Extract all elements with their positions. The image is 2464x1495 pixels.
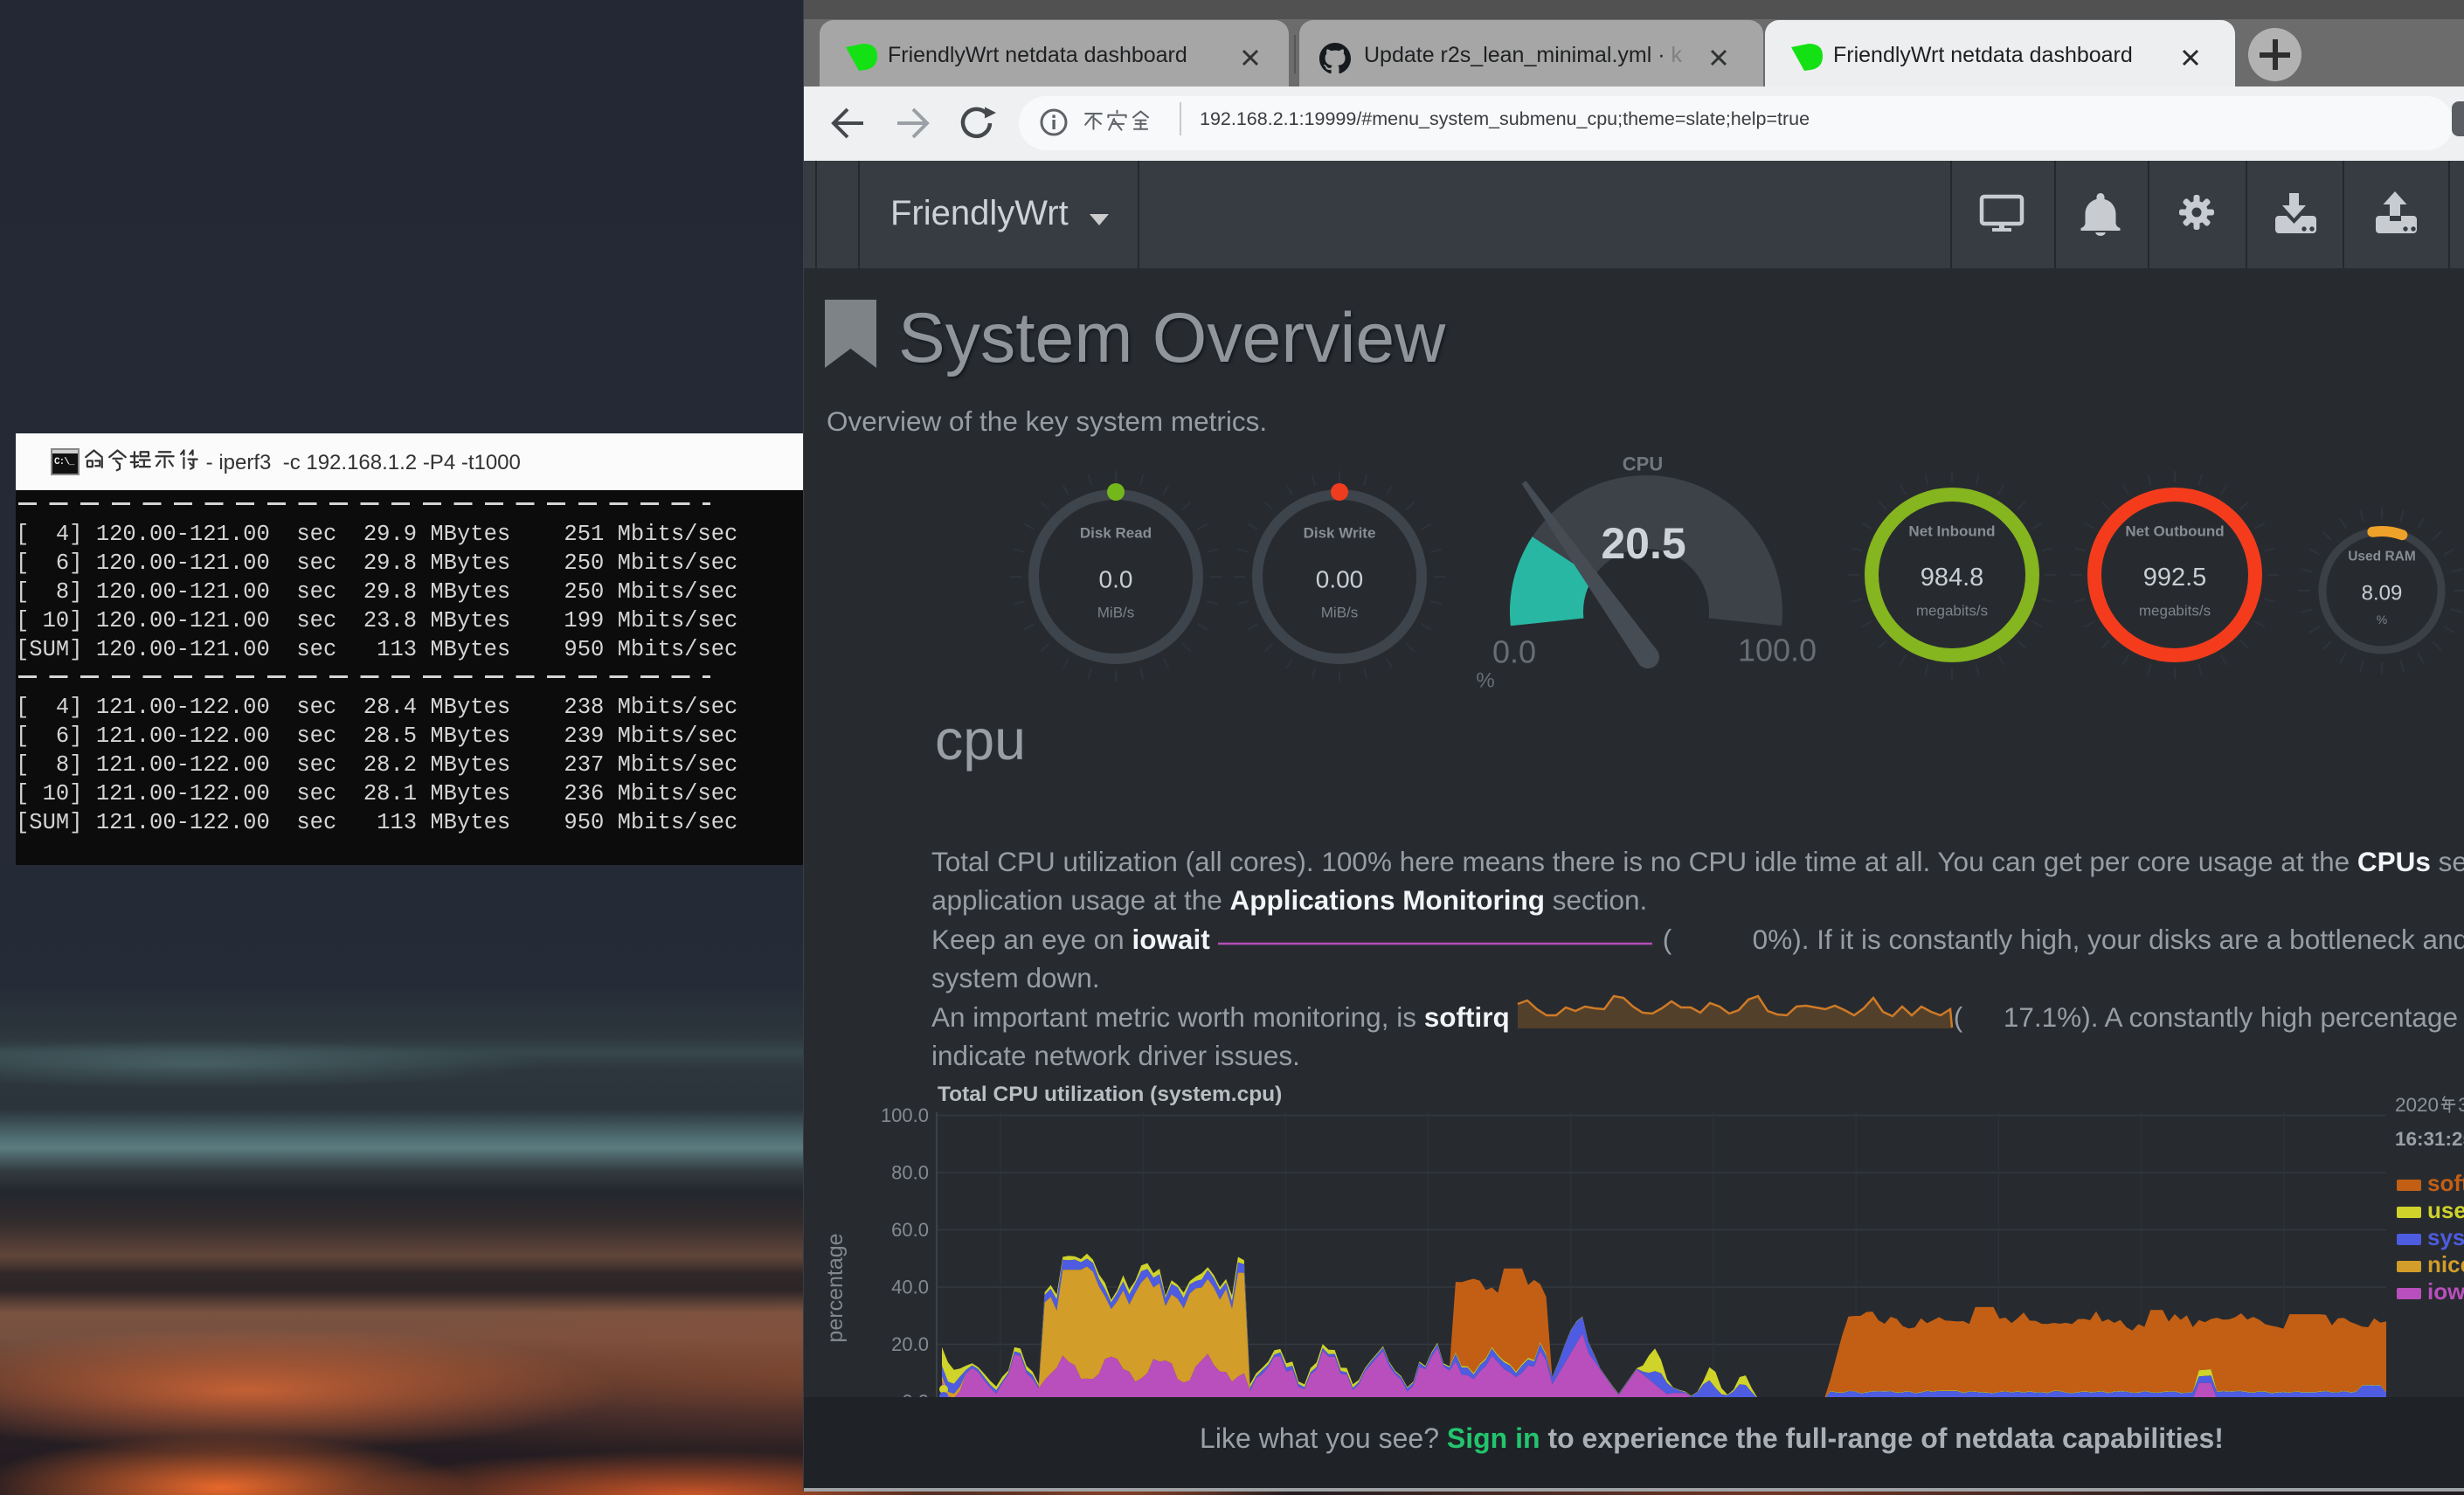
svg-text:100.0: 100.0 xyxy=(881,1104,929,1126)
svg-text:20.0: 20.0 xyxy=(891,1333,929,1355)
svg-text:60.0: 60.0 xyxy=(891,1219,929,1241)
svg-text:0.0: 0.0 xyxy=(902,1391,929,1398)
svg-text:80.0: 80.0 xyxy=(891,1162,929,1184)
svg-text:40.0: 40.0 xyxy=(891,1277,929,1298)
